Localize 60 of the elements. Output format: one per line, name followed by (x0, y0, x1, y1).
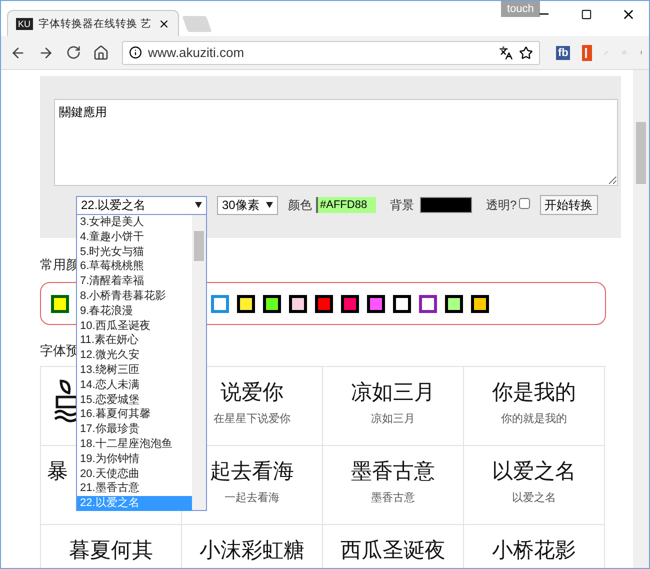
color-swatch[interactable] (471, 294, 489, 312)
browser-tab[interactable]: KU 字体转换器在线转换 艺 (7, 10, 179, 36)
color-swatch[interactable] (367, 294, 385, 312)
tab-title: 字体转换器在线转换 艺 (38, 16, 152, 30)
caret-icon (195, 202, 202, 208)
color-swatch[interactable] (315, 294, 333, 312)
page-scrollbar[interactable] (633, 70, 649, 568)
font-caption: 凉如三月 (371, 412, 415, 426)
font-sample-text: 起去看海 (210, 458, 294, 485)
font-sample-text: 小沫彩虹糖 (200, 537, 304, 564)
font-sample-text: 西瓜圣诞夜 (340, 537, 446, 564)
back-icon[interactable] (10, 44, 26, 60)
maximize-icon[interactable] (580, 8, 592, 20)
font-select[interactable]: 22.以爱之名 (76, 196, 207, 214)
font-caption: 在星星下说爱你 (214, 412, 290, 426)
background-field[interactable] (420, 197, 472, 213)
color-swatch[interactable] (419, 294, 437, 312)
font-sample-text: 说爱你 (220, 379, 284, 406)
home-icon[interactable] (93, 44, 109, 60)
color-swatch[interactable] (445, 294, 463, 312)
color-swatch[interactable] (211, 294, 229, 312)
address-bar[interactable]: www.akuziti.com (122, 40, 540, 64)
caret-icon (266, 202, 273, 208)
color-swatch[interactable] (393, 294, 411, 312)
color-label: 颜色 (288, 196, 312, 214)
favicon-icon: KU (16, 18, 33, 30)
font-sample-text: 墨香古意 (351, 458, 435, 485)
extension-icon[interactable]: fb (556, 46, 570, 60)
font-sample-text: 暴 (47, 458, 68, 485)
font-sample-text: 以爱之名 (492, 458, 576, 485)
font-caption: 你的就是我的 (501, 412, 567, 426)
font-caption: 一起去看海 (224, 491, 280, 505)
size-select[interactable]: 30像素 (217, 196, 278, 214)
list-scrollbar[interactable] (192, 215, 206, 510)
info-icon[interactable] (129, 46, 142, 59)
forward-icon[interactable] (38, 44, 54, 60)
color-swatch[interactable] (237, 294, 255, 312)
font-caption: 以爱之名 (512, 490, 556, 505)
font-sample-text: 你是我的 (492, 379, 576, 406)
color-swatch[interactable] (263, 294, 281, 312)
transparent-checkbox[interactable] (518, 198, 530, 208)
text-input-field[interactable]: 關鍵應用 (54, 99, 618, 186)
touch-label: touch (501, 1, 540, 17)
color-swatch[interactable] (341, 294, 359, 312)
font-sample-text: 暮夏何其 (69, 537, 153, 564)
office-icon[interactable] (582, 44, 592, 60)
font-caption: 墨香古意 (371, 490, 415, 505)
background-label: 背景 (390, 196, 414, 214)
color-swatch[interactable] (289, 294, 307, 312)
font-sample-text: 小桥花影 (492, 537, 576, 564)
color-swatch[interactable] (51, 294, 69, 312)
transparent-label: 透明? (486, 196, 517, 214)
translate-icon[interactable] (499, 46, 513, 60)
font-sample-text: 凉如三月 (351, 379, 435, 406)
bookmark-star-icon[interactable] (519, 46, 533, 60)
reload-icon[interactable] (66, 45, 81, 60)
url-text: www.akuziti.com (148, 45, 246, 60)
color-input-field[interactable]: #AFFD88 (316, 197, 376, 213)
convert-button[interactable]: 开始转换 (540, 195, 598, 215)
close-icon[interactable] (158, 18, 170, 30)
